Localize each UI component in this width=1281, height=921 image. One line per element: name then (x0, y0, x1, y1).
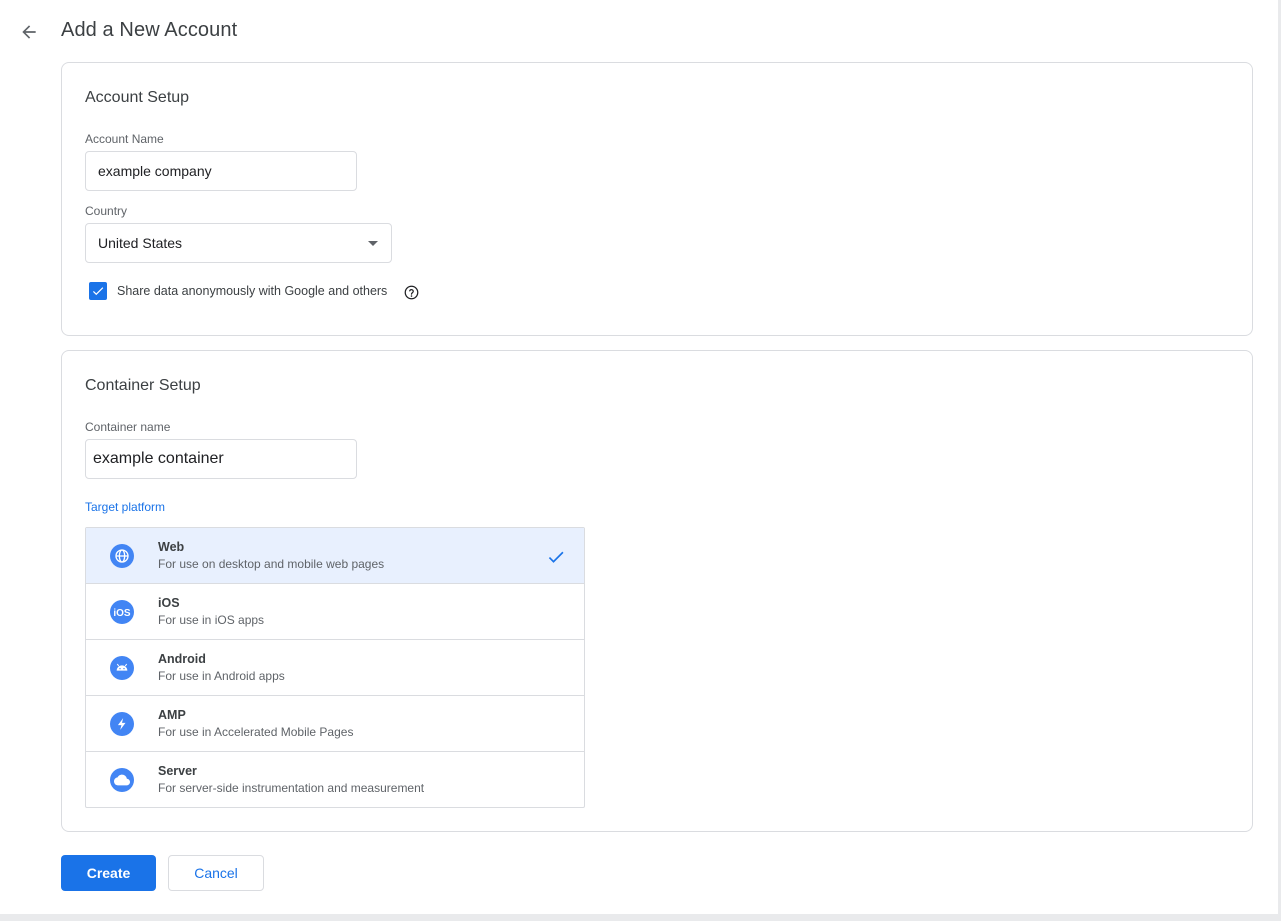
platform-description: For use in Accelerated Mobile Pages (158, 725, 354, 739)
globe-icon (110, 544, 134, 568)
platform-option-android[interactable]: Android For use in Android apps (86, 640, 584, 696)
country-select-value: United States (98, 235, 183, 251)
platform-description: For use in Android apps (158, 669, 285, 683)
cloud-icon (110, 768, 134, 792)
selected-check-icon (548, 551, 564, 563)
back-button[interactable] (14, 17, 44, 47)
page: Add a New Account Account Setup Account … (0, 0, 1278, 914)
arrow-back-icon (22, 25, 36, 39)
container-name-input[interactable] (85, 439, 357, 479)
account-setup-card: Account Setup Account Name Country Unite… (61, 62, 1253, 336)
account-name-input[interactable] (85, 151, 357, 191)
country-label: Country (85, 204, 128, 218)
platform-option-web[interactable]: Web For use on desktop and mobile web pa… (86, 528, 584, 584)
account-setup-title: Account Setup (85, 89, 190, 106)
caret-down-icon (368, 241, 378, 246)
platform-name: AMP (158, 708, 186, 722)
platform-option-amp[interactable]: AMP For use in Accelerated Mobile Pages (86, 696, 584, 752)
account-name-label: Account Name (85, 132, 164, 146)
lightning-icon (110, 712, 134, 736)
checkmark-icon (92, 287, 104, 296)
create-button[interactable]: Create (61, 855, 156, 891)
platform-name: Android (158, 652, 206, 666)
share-data-checkbox[interactable] (89, 282, 107, 300)
platform-option-ios[interactable]: iOS iOS For use in iOS apps (86, 584, 584, 640)
page-title: Add a New Account (61, 19, 238, 41)
help-icon[interactable] (404, 285, 419, 300)
platform-list: Web For use on desktop and mobile web pa… (85, 527, 585, 808)
platform-description: For use in iOS apps (158, 613, 265, 627)
share-data-label: Share data anonymously with Google and o… (117, 284, 388, 298)
platform-description: For use on desktop and mobile web pages (158, 557, 385, 571)
container-setup-card: Container Setup Container name Target pl… (61, 350, 1253, 832)
container-setup-title: Container Setup (85, 377, 201, 394)
platform-name: Server (158, 764, 197, 778)
platform-name: Web (158, 540, 185, 554)
cancel-button[interactable]: Cancel (168, 855, 264, 891)
container-name-label: Container name (85, 420, 171, 434)
svg-text:iOS: iOS (113, 608, 131, 618)
country-select[interactable]: United States (85, 223, 392, 263)
platform-name: iOS (158, 596, 180, 610)
target-platform-label: Target platform (85, 500, 166, 514)
ios-icon: iOS (110, 600, 134, 624)
platform-option-server[interactable]: Server For server-side instrumentation a… (86, 752, 584, 807)
android-icon (110, 656, 134, 680)
platform-description: For server-side instrumentation and meas… (158, 781, 425, 795)
